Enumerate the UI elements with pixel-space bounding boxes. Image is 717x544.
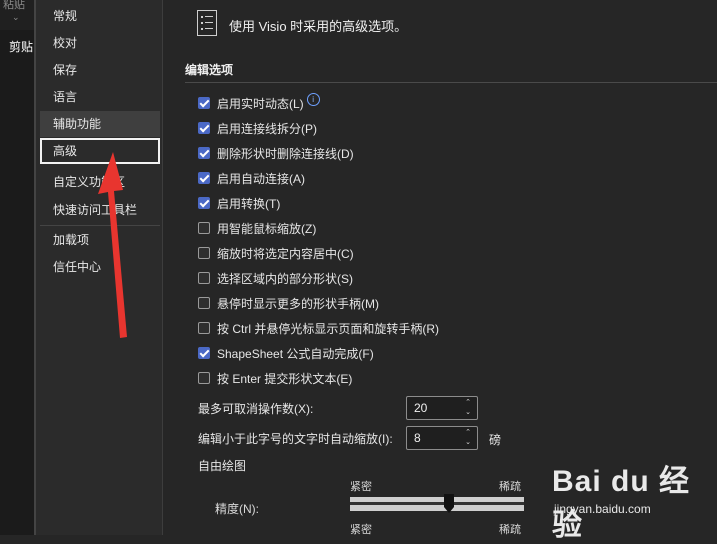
nav-separator xyxy=(40,225,160,226)
nav-item-language[interactable]: 语言 xyxy=(40,84,160,110)
nav-item-advanced[interactable]: 高级 xyxy=(40,138,160,164)
option-transform[interactable]: 启用转换(T) xyxy=(198,194,280,212)
nav-item-add-ins[interactable]: 加载项 xyxy=(40,227,160,253)
nav-item-general[interactable]: 常规 xyxy=(40,3,160,29)
option-label: 按 Ctrl 并悬停光标显示页面和旋转手柄(R) xyxy=(217,321,439,336)
checkbox[interactable] xyxy=(198,197,210,209)
undo-levels-row: 最多可取消操作数(X): xyxy=(198,396,313,420)
nav-item-customize-ribbon[interactable]: 自定义功能区 xyxy=(40,169,160,195)
option-label: 删除形状时删除连接线(D) xyxy=(217,146,354,161)
undo-levels-value[interactable]: 20 xyxy=(414,401,427,415)
undo-levels-spinner[interactable]: 20 ⌃ ⌄ xyxy=(406,396,478,420)
option-center-on-zoom[interactable]: 缩放时将选定内容居中(C) xyxy=(198,244,354,262)
section-divider xyxy=(185,82,717,83)
options-list-icon xyxy=(197,10,217,36)
checkbox[interactable] xyxy=(198,322,210,334)
checkbox[interactable] xyxy=(198,122,210,134)
option-enter-commits-text[interactable]: 按 Enter 提交形状文本(E) xyxy=(198,369,352,387)
checkbox[interactable] xyxy=(198,372,210,384)
option-label: 缩放时将选定内容居中(C) xyxy=(217,246,354,261)
freeform-heading: 自由绘图 xyxy=(198,459,247,473)
option-label: 用智能鼠标缩放(Z) xyxy=(217,221,317,236)
option-label: ShapeSheet 公式自动完成(F) xyxy=(217,346,374,361)
checkbox[interactable] xyxy=(198,272,210,284)
auto-zoom-row: 编辑小于此字号的文字时自动缩放(I): xyxy=(198,426,393,450)
option-more-handles[interactable]: 悬停时显示更多的形状手柄(M) xyxy=(198,294,379,312)
spinner-arrows-icon[interactable]: ⌃ ⌄ xyxy=(463,398,473,418)
checkbox[interactable] xyxy=(198,97,210,109)
option-label: 悬停时显示更多的形状手柄(M) xyxy=(217,296,379,311)
section-title: 编辑选项 xyxy=(185,63,234,77)
option-autoconnect[interactable]: 启用自动连接(A) xyxy=(198,169,305,187)
auto-zoom-unit: 磅 xyxy=(489,433,502,447)
info-icon[interactable]: i xyxy=(306,92,320,106)
checkbox[interactable] xyxy=(198,147,210,159)
undo-levels-label: 最多可取消操作数(X): xyxy=(198,401,314,416)
auto-zoom-label: 编辑小于此字号的文字时自动缩放(I): xyxy=(198,431,393,446)
spinner-arrows-icon[interactable]: ⌃ ⌄ xyxy=(463,428,473,448)
watermark-logo: Bai du 经验 xyxy=(552,465,691,542)
nav-item-trust-center[interactable]: 信任中心 xyxy=(40,254,160,280)
checkbox[interactable] xyxy=(198,347,210,359)
precision-loose-label: 稀疏 xyxy=(499,481,521,493)
options-nav: 常规 校对 保存 语言 辅助功能 高级 自定义功能区 快速访问工具栏 加载项 信… xyxy=(36,0,163,535)
option-label: 选择区域内的部分形状(S) xyxy=(217,271,353,286)
paste-label[interactable]: 粘贴 xyxy=(3,0,25,12)
checkbox[interactable] xyxy=(198,297,210,309)
baidu-jingyan-watermark: Bai du 经验 jingyan.baidu.com xyxy=(548,452,717,542)
ribbon-strip: 粘贴 ⌄ 剪贴 xyxy=(0,0,34,535)
option-delete-connectors[interactable]: 删除形状时删除连接线(D) xyxy=(198,144,354,162)
chevron-down-icon[interactable]: ⌄ xyxy=(12,12,20,23)
checkbox[interactable] xyxy=(198,172,210,184)
option-label: 启用实时动态(L) xyxy=(217,96,304,111)
clipboard-label: 剪贴 xyxy=(9,40,34,54)
option-live-dynamics[interactable]: 启用实时动态(L) i xyxy=(198,92,320,112)
option-partial-shape-select[interactable]: 选择区域内的部分形状(S) xyxy=(198,269,353,287)
precision-tight-label: 紧密 xyxy=(350,481,372,493)
checkbox[interactable] xyxy=(198,222,210,234)
option-connector-splitting[interactable]: 启用连接线拆分(P) xyxy=(198,119,317,137)
auto-zoom-spinner[interactable]: 8 ⌃ ⌄ xyxy=(406,426,478,450)
nav-item-proofing[interactable]: 校对 xyxy=(40,30,160,56)
nav-item-accessibility[interactable]: 辅助功能 xyxy=(40,111,160,137)
auto-zoom-value[interactable]: 8 xyxy=(414,431,421,445)
option-label: 按 Enter 提交形状文本(E) xyxy=(217,371,353,386)
page-description: 使用 Visio 时采用的高级选项。 xyxy=(229,19,408,34)
nav-item-quick-access-toolbar[interactable]: 快速访问工具栏 xyxy=(40,197,160,223)
option-ctrl-hover-handles[interactable]: 按 Ctrl 并悬停光标显示页面和旋转手柄(R) xyxy=(198,319,439,337)
option-label: 启用转换(T) xyxy=(217,196,281,211)
nav-item-save[interactable]: 保存 xyxy=(40,57,160,83)
option-label: 启用连接线拆分(P) xyxy=(217,121,317,136)
option-label: 启用自动连接(A) xyxy=(217,171,305,186)
option-smart-zoom[interactable]: 用智能鼠标缩放(Z) xyxy=(198,219,316,237)
watermark-url: jingyan.baidu.com xyxy=(554,502,651,516)
checkbox[interactable] xyxy=(198,247,210,259)
precision-label: 精度(N): xyxy=(215,502,259,516)
precision-slider[interactable] xyxy=(350,497,524,511)
option-shapesheet-autocomplete[interactable]: ShapeSheet 公式自动完成(F) xyxy=(198,344,374,362)
